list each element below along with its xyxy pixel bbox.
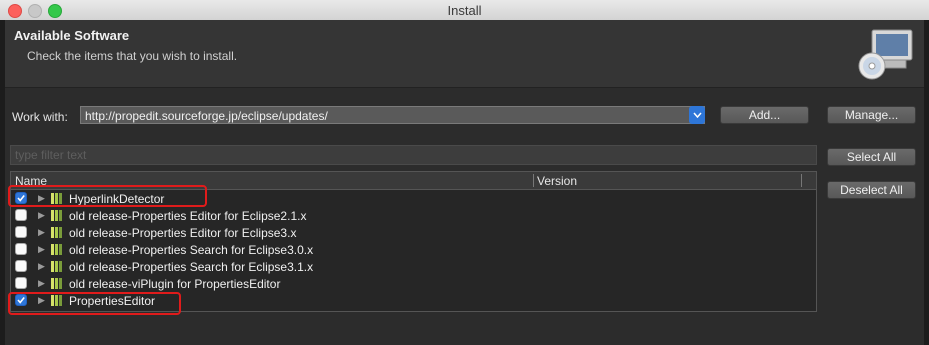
window-title: Install xyxy=(447,3,482,18)
expand-triangle-icon[interactable]: ▶ xyxy=(38,278,45,289)
column-divider[interactable] xyxy=(801,174,802,187)
select-all-button[interactable]: Select All xyxy=(827,148,916,166)
expand-triangle-icon[interactable]: ▶ xyxy=(38,227,45,238)
filter-field[interactable] xyxy=(10,145,824,165)
work-with-url-combo[interactable]: http://propedit.sourceforge.jp/eclipse/u… xyxy=(80,106,705,124)
row-label: old release-viPlugin for PropertiesEdito… xyxy=(69,277,281,291)
deselect-all-button[interactable]: Deselect All xyxy=(827,181,916,199)
page-header: Available Software Check the items that … xyxy=(5,20,924,88)
filter-input[interactable] xyxy=(11,146,824,164)
feature-package-icon xyxy=(51,227,62,238)
title-bar: Install xyxy=(0,0,929,21)
feature-package-icon xyxy=(51,244,62,255)
expand-triangle-icon[interactable]: ▶ xyxy=(38,244,45,255)
row-checkbox[interactable] xyxy=(15,260,27,272)
table-row[interactable]: ▶ old release-Properties Search for Eclip… xyxy=(11,241,816,258)
table-row[interactable]: ▶ old release-Properties Search for Eclip… xyxy=(11,258,816,275)
add-button[interactable]: Add... xyxy=(720,106,809,124)
expand-triangle-icon[interactable]: ▶ xyxy=(38,261,45,272)
expand-triangle-icon[interactable]: ▶ xyxy=(38,210,45,221)
row-label: old release-Properties Editor for Eclips… xyxy=(69,209,307,223)
highlight-annotation xyxy=(8,292,181,315)
highlight-annotation xyxy=(8,185,207,207)
page-description: Check the items that you wish to install… xyxy=(27,49,238,63)
column-divider[interactable] xyxy=(533,174,534,187)
row-checkbox[interactable] xyxy=(15,209,27,221)
row-label: old release-Properties Search for Eclips… xyxy=(69,260,314,274)
table-row[interactable]: ▶ old release-viPlugin for PropertiesEdit… xyxy=(11,275,816,292)
work-with-label: Work with: xyxy=(12,110,68,124)
manage-button[interactable]: Manage... xyxy=(827,106,916,124)
feature-package-icon xyxy=(51,210,62,221)
row-label: old release-Properties Editor for Eclips… xyxy=(69,226,297,240)
feature-package-icon xyxy=(51,261,62,272)
table-row[interactable]: ▶ old release-Properties Editor for Eclip… xyxy=(11,207,816,224)
work-with-url[interactable]: http://propedit.sourceforge.jp/eclipse/u… xyxy=(85,109,328,123)
right-edge xyxy=(924,20,929,345)
install-cd-icon xyxy=(858,29,913,80)
chevron-down-icon[interactable] xyxy=(689,106,705,124)
row-label: old release-Properties Search for Eclips… xyxy=(69,243,314,257)
row-checkbox[interactable] xyxy=(15,277,27,289)
page-title: Available Software xyxy=(14,28,130,43)
row-checkbox[interactable] xyxy=(15,243,27,255)
table-row[interactable]: ▶ old release-Properties Editor for Eclip… xyxy=(11,224,816,241)
column-header-version[interactable]: Version xyxy=(537,174,577,188)
feature-package-icon xyxy=(51,278,62,289)
row-checkbox[interactable] xyxy=(15,226,27,238)
